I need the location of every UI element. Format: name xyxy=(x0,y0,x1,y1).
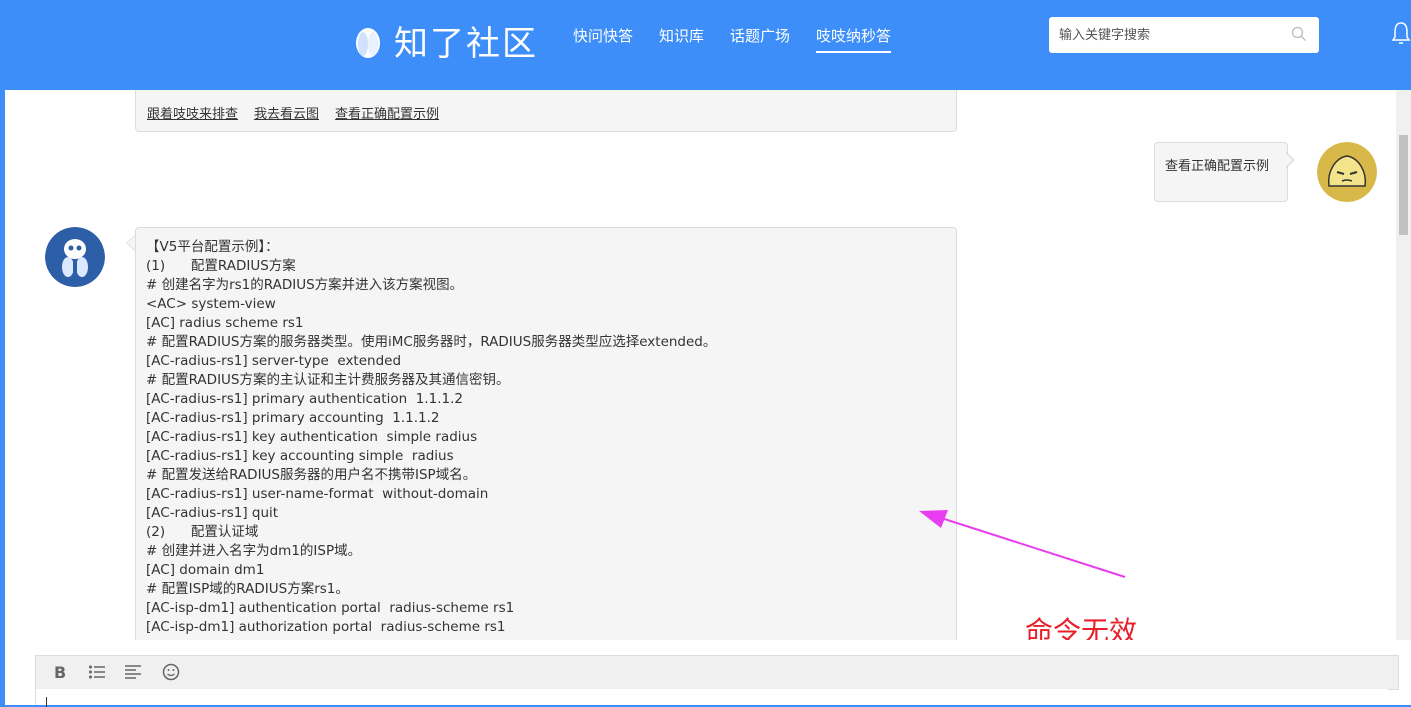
nav-item-quick-qa[interactable]: 快问快答 xyxy=(573,25,633,53)
text-caret xyxy=(46,697,47,707)
message-editor: B xyxy=(5,640,1411,707)
list-icon[interactable] xyxy=(88,663,106,681)
search-icon[interactable] xyxy=(1291,26,1307,42)
nav-item-zhizhi[interactable]: 吱吱纳秒答 xyxy=(816,25,892,53)
nav-item-knowledge[interactable]: 知识库 xyxy=(659,25,704,53)
align-icon[interactable] xyxy=(124,663,142,681)
top-header: 知了社区 快问快答 知识库 话题广场 吱吱纳秒答 xyxy=(0,0,1411,90)
chat-scrollbar[interactable] xyxy=(1396,90,1411,640)
emoji-icon[interactable] xyxy=(162,663,180,681)
editor-toolbar: B xyxy=(35,655,1399,690)
message-input[interactable] xyxy=(35,689,1388,707)
cicada-logo-icon xyxy=(356,27,380,58)
search-input[interactable] xyxy=(1057,17,1281,53)
nav-item-topics[interactable]: 话题广场 xyxy=(730,25,790,53)
site-logo[interactable]: 知了社区 xyxy=(352,16,538,65)
logo-text: 知了社区 xyxy=(394,24,538,64)
chat-panel: 跟着吱吱来排查 我去看云图 查看正确配置示例 查看正确配置示例 【V5平台配置示… xyxy=(5,90,1396,640)
main-nav: 快问快答 知识库 话题广场 吱吱纳秒答 xyxy=(573,25,917,53)
bell-icon[interactable] xyxy=(1392,20,1411,46)
annotation-text: 命令无效 xyxy=(1025,615,1138,640)
annotation-arrow xyxy=(919,510,1126,578)
bold-icon[interactable]: B xyxy=(52,663,68,681)
svg-text:B: B xyxy=(54,663,66,681)
search-box xyxy=(1049,17,1319,53)
scrollbar-thumb[interactable] xyxy=(1399,135,1408,235)
